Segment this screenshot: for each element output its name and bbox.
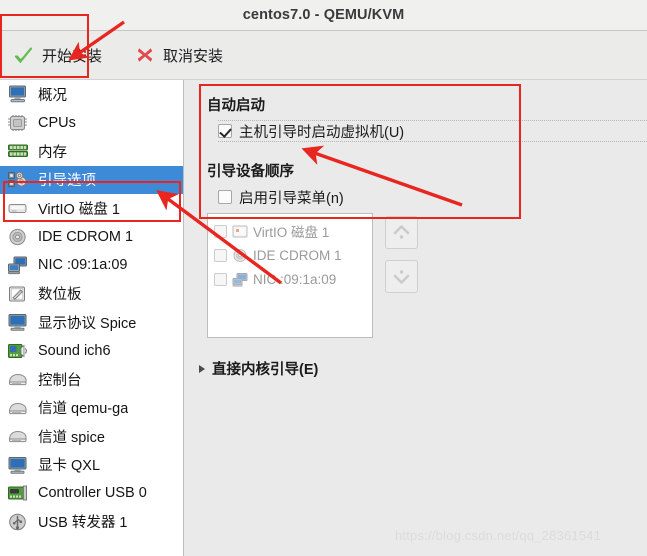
sidebar-item-video-qxl[interactable]: 显卡 QXL (0, 451, 183, 480)
sidebar-item-channel-spice[interactable]: 信道 spice (0, 422, 183, 451)
sidebar-item-overview[interactable]: 概况 (0, 80, 183, 109)
sidebar-item-memory[interactable]: 内存 (0, 137, 183, 166)
boot-device-row[interactable]: IDE CDROM 1 (208, 243, 372, 267)
boot-device-list[interactable]: VirtIO 磁盘 1 IDE CDROM 1 NIC:09:1a:09 (207, 213, 373, 338)
boot-device-label: NIC :09:1a:09 (253, 271, 337, 287)
sidebar-item-label: 显示协议 Spice (38, 315, 137, 332)
sidebar-item-label: 数位板 (38, 287, 82, 304)
begin-installation-button[interactable]: 开始安装 (8, 40, 108, 70)
sidebar-item-label: Sound ich6 (38, 342, 111, 359)
hardware-sidebar[interactable]: 概况 CPUs 内存 引导选项 VirtIO 磁盘 1 IDE CDROM 1 … (0, 80, 184, 556)
sidebar-item-label: Controller USB 0 (38, 485, 147, 502)
sidebar-item-virtio-disk[interactable]: VirtIO 磁盘 1 (0, 194, 183, 223)
channel-icon (7, 398, 29, 418)
channel-icon (7, 426, 29, 446)
toolbar: 开始安装 取消安装 (0, 31, 647, 80)
sidebar-item-cpus[interactable]: CPUs (0, 109, 183, 138)
cdrom-icon (7, 227, 29, 247)
harddisk-icon (232, 224, 248, 239)
autostart-checkbox[interactable] (218, 124, 232, 138)
watermark: https://blog.csdn.net/qq_28361541 (395, 528, 602, 543)
title-bar: centos7.0 - QEMU/KVM (0, 0, 647, 31)
boot-device-row[interactable]: VirtIO 磁盘 1 (208, 219, 372, 243)
sidebar-item-label: IDE CDROM 1 (38, 228, 134, 245)
green-check-icon (14, 46, 33, 65)
usb-redirector-icon (7, 512, 29, 532)
sidebar-item-label: 信道 qemu-ga (38, 401, 129, 418)
sound-card-icon (7, 341, 29, 361)
autostart-checkbox-label: 主机引导时启动虚拟机(U) (239, 124, 405, 141)
sidebar-item-label: NIC :09:1a:09 (38, 257, 128, 274)
tablet-pen-icon (7, 284, 29, 304)
boot-options-icon (7, 170, 29, 190)
boot-device-checkbox[interactable] (214, 248, 227, 262)
boot-options-panel: 自动启动 主机引导时启动虚拟机(U) 引导设备顺序 启用引导菜单(n) Virt… (185, 80, 647, 556)
red-x-icon (136, 46, 154, 64)
boot-device-label: IDE CDROM 1 (253, 247, 342, 263)
display-icon (7, 312, 29, 332)
virt-manager-window: centos7.0 - QEMU/KVM 开始安装 取消安装 概况 CPUs 内… (0, 0, 647, 556)
sidebar-item-usb-redirector[interactable]: USB 转发器 1 (0, 508, 183, 537)
boot-device-label: VirtIO 磁盘 1 (253, 225, 330, 240)
boot-device-row[interactable]: NIC :09:1a:09 (208, 267, 372, 291)
sidebar-item-console[interactable]: 控制台 (0, 365, 183, 394)
console-icon (7, 369, 29, 389)
boot-order-group-title: 引导设备顺序 (207, 164, 294, 180)
direct-kernel-boot-expander[interactable]: 直接内核引导(E) (199, 358, 318, 379)
sidebar-item-channel-qemu-ga[interactable]: 信道 qemu-ga (0, 394, 183, 423)
sidebar-item-label: 内存 (38, 144, 67, 161)
sidebar-item-boot-options[interactable]: 引导选项 (0, 165, 183, 194)
boot-device-checkbox[interactable] (214, 224, 227, 238)
sidebar-item-display-spice[interactable]: 显示协议 Spice (0, 308, 183, 337)
sidebar-item-label: CPUs (38, 114, 76, 131)
sidebar-item-controller-usb[interactable]: Controller USB 0 (0, 479, 183, 508)
sidebar-item-tablet[interactable]: 数位板 (0, 280, 183, 309)
move-device-up-button[interactable] (385, 216, 418, 249)
direct-kernel-boot-label: 直接内核引导(E) (212, 362, 319, 378)
autostart-checkbox-row[interactable]: 主机引导时启动虚拟机(U) (218, 120, 647, 142)
sidebar-item-label: 概况 (38, 87, 67, 104)
usb-controller-icon (7, 483, 29, 503)
cancel-installation-button[interactable]: 取消安装 (130, 40, 229, 70)
enable-boot-menu-row[interactable]: 启用引导菜单(n) (218, 186, 344, 208)
boot-device-checkbox[interactable] (214, 272, 227, 286)
chevron-double-up-icon (386, 225, 417, 252)
cancel-installation-label: 取消安装 (163, 47, 224, 65)
sidebar-item-label: VirtIO 磁盘 1 (38, 201, 120, 218)
cdrom-icon (232, 248, 248, 263)
sidebar-item-label: 显卡 QXL (38, 458, 101, 475)
expander-triangle-icon (199, 364, 205, 373)
network-card-icon (7, 255, 29, 275)
sidebar-item-label: USB 转发器 1 (38, 515, 128, 532)
monitor-icon (7, 84, 29, 104)
sidebar-item-label: 控制台 (38, 372, 82, 389)
window-title: centos7.0 - QEMU/KVM (242, 7, 405, 23)
move-device-down-button[interactable] (385, 260, 418, 293)
sidebar-item-nic[interactable]: NIC :09:1a:09 (0, 251, 183, 280)
begin-installation-label: 开始安装 (42, 47, 103, 65)
cpu-chip-icon (7, 113, 29, 133)
video-card-icon (7, 455, 29, 475)
sidebar-item-sound[interactable]: Sound ich6 (0, 337, 183, 366)
enable-boot-menu-checkbox[interactable] (218, 190, 232, 204)
autostart-group-title: 自动启动 (207, 98, 265, 114)
sidebar-item-label: 信道 spice (38, 429, 105, 446)
memory-ram-icon (7, 141, 29, 161)
sidebar-item-ide-cdrom[interactable]: IDE CDROM 1 (0, 223, 183, 252)
enable-boot-menu-label: 启用引导菜单(n) (239, 190, 344, 207)
network-card-icon (232, 272, 248, 287)
sidebar-item-label: 引导选项 (38, 173, 96, 190)
harddisk-icon (7, 198, 29, 218)
chevron-double-down-icon (386, 270, 417, 296)
